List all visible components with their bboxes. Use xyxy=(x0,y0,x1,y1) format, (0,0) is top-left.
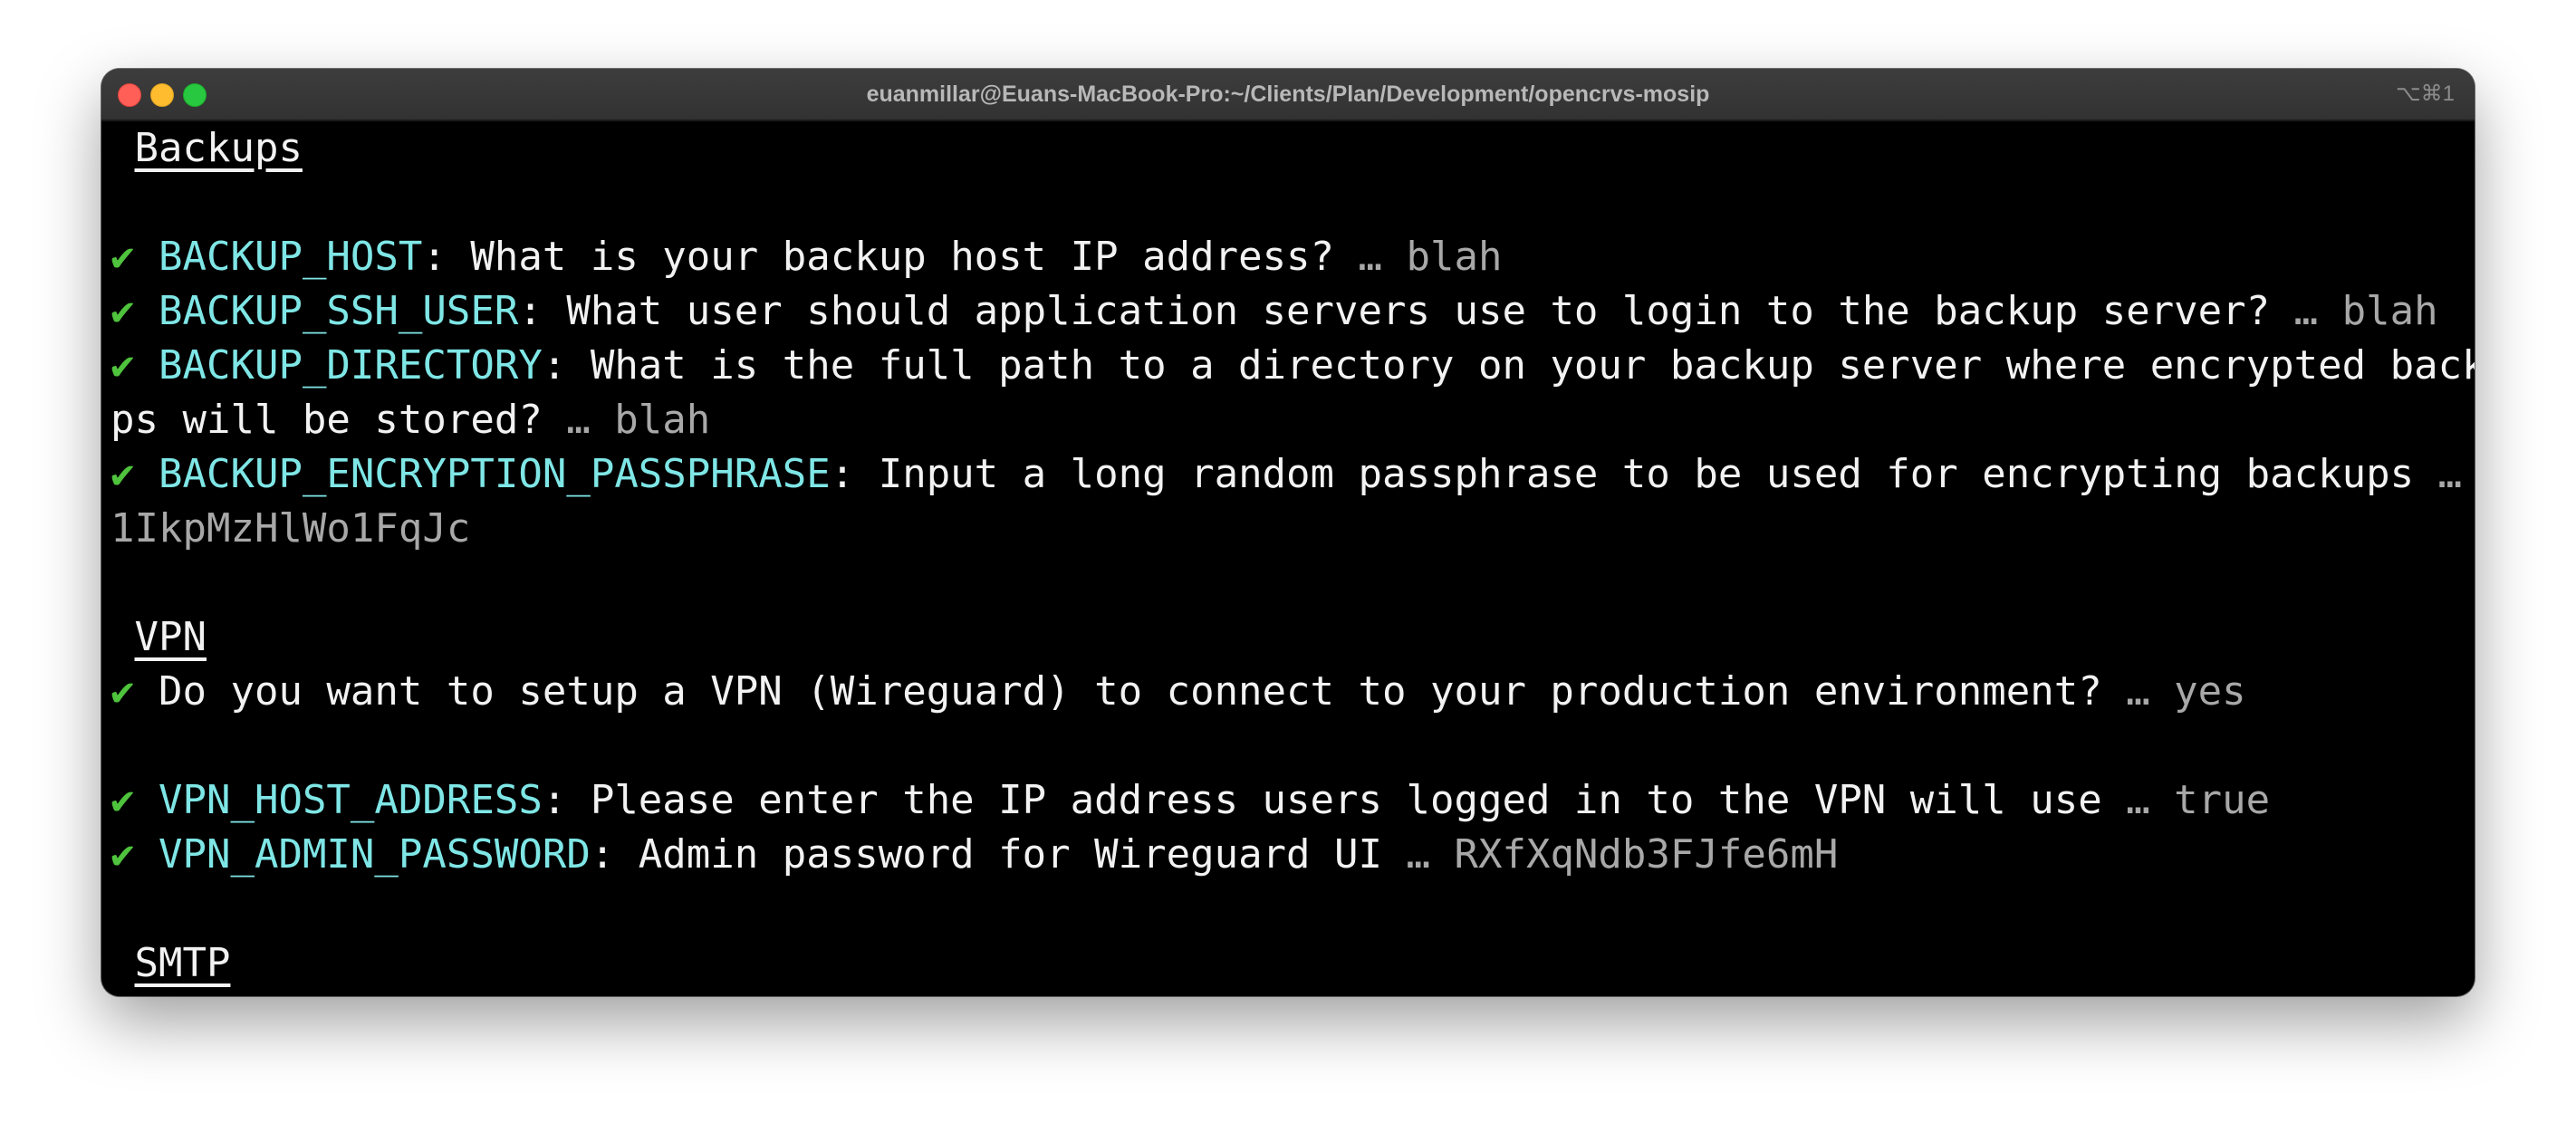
terminal-window: euanmillar@Euans-MacBook-Pro:~/Clients/P… xyxy=(101,69,2475,996)
section-heading: SMTP xyxy=(134,940,231,986)
prompt-question: : What user should application servers u… xyxy=(518,288,2294,334)
prompt-question: : Input a long random passphrase to be u… xyxy=(830,451,2438,497)
prompt-key: VPN_HOST_ADDRESS xyxy=(159,777,543,823)
section-heading: VPN xyxy=(134,614,207,660)
checkmark-icon: ✔ xyxy=(111,451,135,497)
prompt-line-backup-host: ✔ BACKUP_HOST: What is your backup host … xyxy=(111,230,1502,284)
title-bar: euanmillar@Euans-MacBook-Pro:~/Clients/P… xyxy=(101,69,2475,121)
prompt-question: : Please enter the IP address users logg… xyxy=(542,777,2127,823)
prompt-question: : What is the full path to a directory o… xyxy=(542,342,2475,389)
prompt-answer: … T xyxy=(2437,451,2463,497)
smtp-heading-line: SMTP xyxy=(111,936,231,991)
checkmark-icon: ✔ xyxy=(111,831,135,878)
checkmark-icon: ✔ xyxy=(111,777,135,823)
prompt-answer: … true xyxy=(2126,777,2271,823)
prompt-answer: … yes xyxy=(2126,668,2246,715)
prompt-key: VPN_ADMIN_PASSWORD xyxy=(159,831,591,878)
window-shortcut: ⌥⌘1 xyxy=(2395,82,2455,106)
prompt-line-vpn-setup: ✔ Do you want to setup a VPN (Wireguard)… xyxy=(111,665,2246,719)
window-title: euanmillar@Euans-MacBook-Pro:~/Clients/P… xyxy=(866,82,1710,107)
backups-heading-line: Backups xyxy=(111,121,303,176)
vpn-heading-line: VPN xyxy=(111,610,207,665)
prompt-line-backup-directory-wrap: ps will be stored? … blah xyxy=(111,393,710,447)
checkmark-icon: ✔ xyxy=(111,288,135,334)
prompt-key: BACKUP_HOST xyxy=(159,234,423,280)
prompt-line-backup-ssh-user: ✔ BACKUP_SSH_USER: What user should appl… xyxy=(111,284,2438,339)
prompt-answer: … blah xyxy=(1358,234,1503,280)
prompt-line-backup-passphrase-wrap: 1IkpMzHlWo1FqJc xyxy=(111,502,470,556)
prompt-key: BACKUP_ENCRYPTION_PASSPHRASE xyxy=(159,451,831,497)
prompt-question: Do you want to setup a VPN (Wireguard) t… xyxy=(159,668,2127,715)
section-heading: Backups xyxy=(134,125,303,171)
prompt-line-vpn-admin-password: ✔ VPN_ADMIN_PASSWORD: Admin password for… xyxy=(111,828,1838,882)
prompt-line-backup-directory: ✔ BACKUP_DIRECTORY: What is the full pat… xyxy=(111,339,2475,393)
prompt-answer: 1IkpMzHlWo1FqJc xyxy=(111,505,471,552)
prompt-key: BACKUP_SSH_USER xyxy=(159,288,519,334)
prompt-answer: … blah xyxy=(2293,288,2438,334)
prompt-line-backup-passphrase: ✔ BACKUP_ENCRYPTION_PASSPHRASE: Input a … xyxy=(111,447,2475,502)
prompt-question: ps will be stored? xyxy=(111,397,567,443)
terminal-output[interactable]: Backups ✔ BACKUP_HOST: What is your back… xyxy=(111,121,2475,996)
prompt-answer: … blah xyxy=(566,397,711,443)
prompt-answer: … RXfXqNdb3FJfe6mH xyxy=(1406,831,1839,878)
prompt-key: BACKUP_DIRECTORY xyxy=(159,342,543,389)
prompt-line-vpn-host-address: ✔ VPN_HOST_ADDRESS: Please enter the IP … xyxy=(111,773,2270,828)
checkmark-icon: ✔ xyxy=(111,342,135,389)
checkmark-icon: ✔ xyxy=(111,668,135,715)
prompt-question: : Admin password for Wireguard UI xyxy=(590,831,1407,878)
checkmark-icon: ✔ xyxy=(111,234,135,280)
prompt-question: : What is your backup host IP address? xyxy=(422,234,1359,280)
